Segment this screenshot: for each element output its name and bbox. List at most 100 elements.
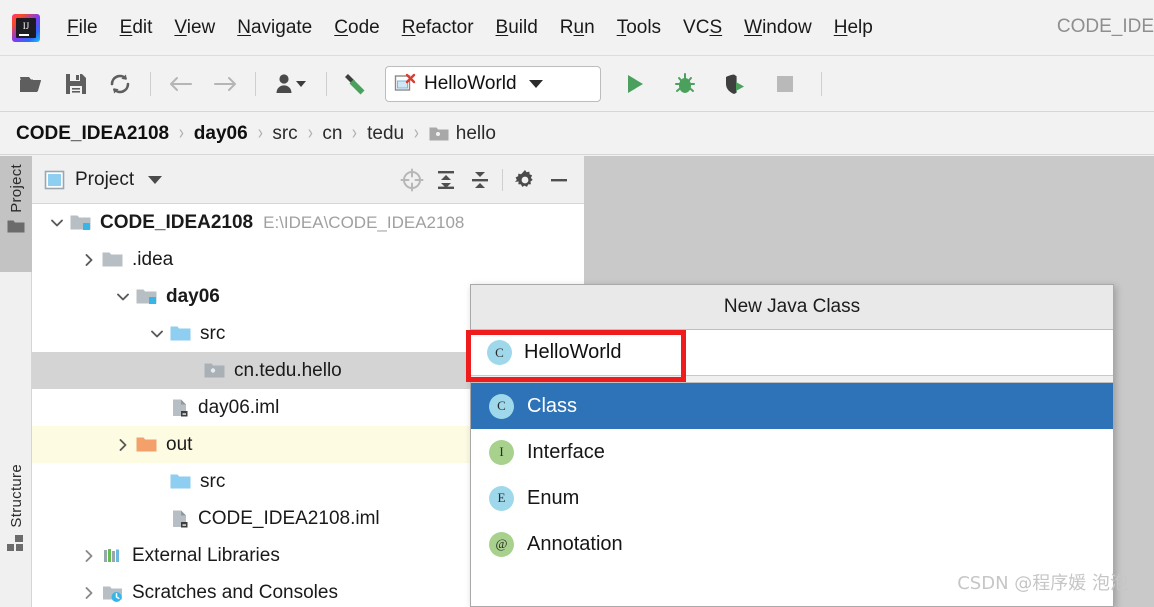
tree-label-package: cn.tedu.hello [234, 360, 342, 382]
tree-label-project-root: CODE_IDEA2108 [100, 212, 253, 234]
intellij-idea-window: IJ File Edit View Navigate Code Refactor… [0, 0, 1154, 607]
module-folder-icon [70, 214, 92, 232]
source-folder-icon [170, 325, 192, 343]
class-badge-icon: C [489, 394, 514, 419]
chevron-down-icon[interactable] [148, 176, 162, 184]
sidebar-tab-structure[interactable]: Structure [0, 456, 32, 568]
tree-row-idea[interactable]: .idea [32, 241, 584, 278]
chevron-down-icon[interactable] [144, 326, 170, 342]
chevron-right-icon[interactable] [76, 548, 102, 564]
menu-item-view[interactable]: View [163, 17, 226, 39]
menu-item-code[interactable]: Code [323, 17, 390, 39]
tree-path-project-root: E:\IDEA\CODE_IDEA2108 [263, 213, 464, 233]
breadcrumb: CODE_IDEA2108 › day06 › src › cn › tedu … [0, 113, 1154, 155]
run-with-coverage-button[interactable] [717, 66, 753, 102]
tree-label-idea: .idea [132, 249, 173, 271]
breadcrumb-item-4[interactable]: tedu [367, 123, 404, 145]
package-folder-icon [429, 126, 449, 142]
folder-icon [102, 251, 124, 269]
project-panel-header: Project [32, 156, 584, 204]
chevron-down-icon[interactable] [44, 215, 70, 231]
popup-item-annotation[interactable]: @ Annotation [471, 521, 1113, 567]
structure-grid-icon [7, 534, 25, 552]
iml-file-icon [170, 509, 190, 529]
build-hammer-icon[interactable] [339, 66, 375, 102]
menu-item-window[interactable]: Window [733, 17, 823, 39]
synchronize-icon[interactable] [102, 66, 138, 102]
tree-label-day06: day06 [166, 286, 220, 308]
watermark: CSDN @程序媛 泡泡 [957, 569, 1128, 595]
source-folder-icon [170, 473, 192, 491]
tree-row-project-root[interactable]: CODE_IDEA2108 E:\IDEA\CODE_IDEA2108 [32, 204, 584, 241]
gear-icon[interactable] [508, 163, 542, 197]
class-name-value: HelloWorld [524, 341, 621, 364]
save-all-icon[interactable] [58, 66, 94, 102]
menu-item-refactor[interactable]: Refactor [391, 17, 485, 39]
popup-title: New Java Class [471, 285, 1113, 330]
expand-all-icon[interactable] [429, 163, 463, 197]
sidebar-tab-project[interactable]: Project [0, 156, 32, 272]
intellij-logo-icon: IJ [12, 14, 40, 42]
menu-item-tools[interactable]: Tools [606, 17, 672, 39]
enum-badge-icon: E [489, 486, 514, 511]
chevron-right-icon[interactable] [76, 252, 102, 268]
stop-button[interactable] [767, 66, 803, 102]
main-toolbar: HelloWorld [0, 57, 1154, 112]
interface-badge-icon: I [489, 440, 514, 465]
tree-label-external-libraries: External Libraries [132, 545, 280, 567]
popup-divider [471, 376, 1113, 383]
tree-label-src-day06: src [200, 323, 225, 345]
breadcrumb-item-0[interactable]: CODE_IDEA2108 [16, 123, 169, 145]
breadcrumb-item-5[interactable]: hello [429, 123, 496, 145]
toolbar-separator-4 [821, 72, 822, 96]
menu-item-edit[interactable]: Edit [109, 17, 164, 39]
class-badge-icon: C [487, 340, 512, 365]
breadcrumb-item-5-label: hello [456, 123, 496, 145]
iml-file-icon [170, 398, 190, 418]
popup-item-class[interactable]: C Class [471, 383, 1113, 429]
popup-item-interface[interactable]: I Interface [471, 429, 1113, 475]
run-config-label: HelloWorld [424, 73, 517, 95]
menu-item-build[interactable]: Build [485, 17, 549, 39]
package-icon [204, 362, 226, 380]
tree-label-out: out [166, 434, 192, 456]
left-tool-window-bar: Project Structure [0, 156, 32, 607]
new-java-class-popup: New Java Class C HelloWorld C Class I In… [470, 284, 1114, 607]
select-opened-file-icon[interactable] [395, 163, 429, 197]
annotation-badge-icon: @ [489, 532, 514, 557]
menu-item-vcs[interactable]: VCS [672, 17, 733, 39]
chevron-down-icon[interactable] [110, 289, 136, 305]
sidebar-tab-structure-label: Structure [8, 464, 25, 528]
header-separator [502, 169, 503, 191]
chevron-down-icon[interactable] [529, 80, 543, 88]
tree-label-src-root: src [200, 471, 225, 493]
breadcrumb-item-2[interactable]: src [272, 123, 297, 145]
debug-button[interactable] [667, 66, 703, 102]
breadcrumb-item-3[interactable]: cn [322, 123, 342, 145]
class-name-input[interactable]: C HelloWorld [471, 330, 1113, 376]
menu-item-help[interactable]: Help [823, 17, 884, 39]
project-view-icon [44, 169, 66, 191]
profile-user-icon[interactable] [268, 66, 314, 102]
menu-item-navigate[interactable]: Navigate [226, 17, 323, 39]
navigate-back-icon[interactable] [163, 66, 199, 102]
run-configuration-selector[interactable]: HelloWorld [385, 66, 601, 102]
sidebar-tab-project-label: Project [8, 164, 25, 213]
chevron-right-icon[interactable] [76, 585, 102, 601]
open-folder-icon[interactable] [14, 66, 50, 102]
menu-item-file[interactable]: File [56, 17, 109, 39]
menu-item-run[interactable]: Run [549, 17, 606, 39]
run-config-icon [394, 73, 416, 95]
module-folder-icon [136, 288, 158, 306]
external-libraries-icon [102, 547, 124, 565]
navigate-forward-icon[interactable] [207, 66, 243, 102]
window-title: CODE_IDE [1057, 16, 1154, 38]
collapse-all-icon[interactable] [463, 163, 497, 197]
breadcrumb-separator: › [308, 122, 313, 145]
tree-label-scratches-and-consoles: Scratches and Consoles [132, 582, 338, 604]
hide-panel-icon[interactable] [542, 163, 576, 197]
popup-item-enum[interactable]: E Enum [471, 475, 1113, 521]
breadcrumb-item-1[interactable]: day06 [194, 123, 248, 145]
run-button[interactable] [617, 66, 653, 102]
chevron-right-icon[interactable] [110, 437, 136, 453]
